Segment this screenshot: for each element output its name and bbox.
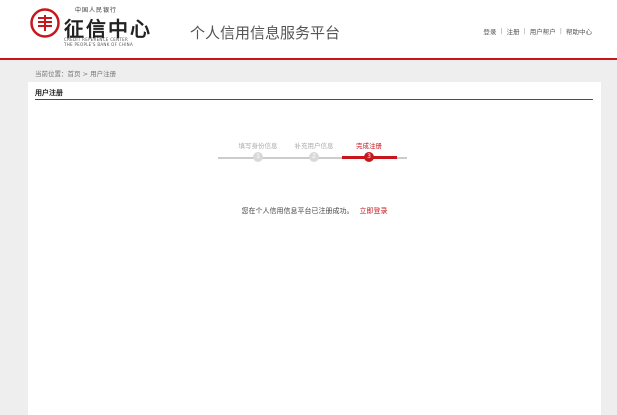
site-header: 中国人民银行 征信中心 CREDIT REFERENCE CENTER THE … xyxy=(0,0,617,58)
top-nav-links: 登录 | 注册 | 用户帮户 | 帮助中心 xyxy=(483,26,592,36)
step-label-complete: 完成注册 xyxy=(356,142,382,150)
user-account-link[interactable]: 用户帮户 xyxy=(530,26,556,36)
platform-title: 个人信用信息服务平台 xyxy=(190,24,341,42)
login-link[interactable]: 登录 xyxy=(483,26,496,36)
step-marker-3: 3 xyxy=(364,152,374,162)
divider: | xyxy=(559,27,562,35)
login-now-link[interactable]: 立即登录 xyxy=(360,207,388,215)
help-center-link[interactable]: 帮助中心 xyxy=(566,26,592,36)
divider: | xyxy=(523,27,526,35)
divider: | xyxy=(500,27,503,35)
step-marker-2: 2 xyxy=(309,152,319,162)
registration-panel: 用户注册 填写身份信息 补充用户信息 完成注册 1 2 3 您在个人信用信息平台… xyxy=(28,82,601,415)
logo-english-line2: THE PEOPLE'S BANK OF CHINA xyxy=(64,42,134,47)
progress-track-end xyxy=(397,157,407,159)
panel-title: 用户注册 xyxy=(35,89,63,97)
register-link[interactable]: 注册 xyxy=(507,26,520,36)
step-marker-1: 1 xyxy=(253,152,263,162)
panel-title-underline xyxy=(35,99,593,100)
pboc-emblem-icon xyxy=(30,8,60,38)
step-label-user-info: 补充用户信息 xyxy=(294,142,334,150)
header-divider xyxy=(0,58,617,60)
success-text: 您在个人信用信息平台已注册成功。 xyxy=(241,207,354,215)
progress-track xyxy=(218,157,342,159)
breadcrumb: 当前位置：首页 > 用户注册 xyxy=(35,70,117,78)
registration-success-message: 您在个人信用信息平台已注册成功。 立即登录 xyxy=(28,206,601,216)
step-label-identity: 填写身份信息 xyxy=(238,142,278,150)
